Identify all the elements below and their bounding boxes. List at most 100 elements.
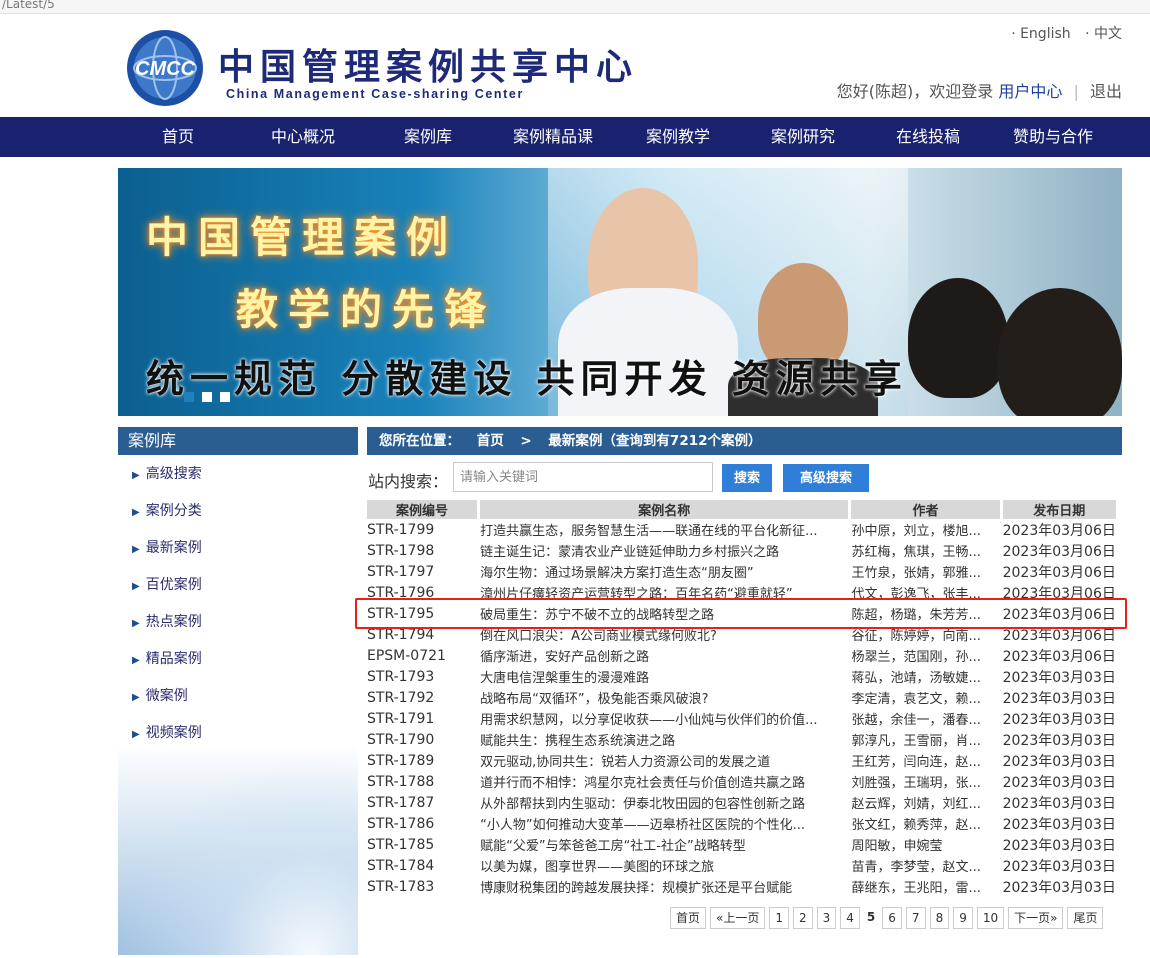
case-code: STR-1789 [367, 752, 435, 769]
case-authors: 张文红，赖秀萍，赵... [851, 818, 981, 833]
advanced-search-button[interactable]: 高级搜索 [783, 464, 869, 492]
pager-item[interactable]: 4 [840, 907, 860, 929]
case-title-link[interactable]: 以美为媒，图享世界——美图的环球之旅 [480, 855, 848, 876]
case-title-link[interactable]: 大唐电信涅槃重生的漫漫难路 [480, 666, 848, 687]
publish-date: 2023年03月06日 [1002, 585, 1116, 602]
nav-item-about[interactable]: 中心概况 [238, 117, 368, 157]
carousel-dot[interactable] [220, 392, 230, 402]
column-header-code: 案例编号 [367, 500, 478, 519]
case-title-link[interactable]: 双元驱动,协同共生：锐若人力资源公司的发展之道 [480, 750, 848, 771]
search-input[interactable] [453, 462, 713, 492]
user-center-link[interactable]: 用户中心 [998, 82, 1062, 101]
pager-item[interactable]: 2 [793, 907, 813, 929]
case-title-link[interactable]: 道并行而不相悖：鸿星尔克社会责任与价值创造共赢之路 [480, 771, 848, 792]
nav-item-courses[interactable]: 案例精品课 [488, 117, 618, 157]
table-row: STR-1787 从外部帮扶到内生驱动：伊泰北牧田园的包容性创新之路 赵云辉，刘婧，… [367, 792, 1116, 813]
case-authors: 李定清，袁艺文，赖... [851, 692, 981, 707]
triangle-right-icon: ▶ [132, 729, 140, 740]
publish-date: 2023年03月03日 [1002, 879, 1116, 896]
pagination: 首页 «上一页 1 2 3 4 5 6 7 8 9 10 下一页» 尾页 [670, 907, 1104, 929]
publish-date: 2023年03月03日 [1002, 711, 1116, 728]
sidebar-item-top-100[interactable]: ▶ 百优案例 [118, 576, 358, 613]
search-label: 站内搜索： [368, 472, 449, 491]
sidebar-item-label: 案例分类 [145, 503, 202, 519]
logo-text: CMCC [135, 58, 196, 80]
table-row: STR-1793 大唐电信涅槃重生的漫漫难路 蒋弘，池靖，汤敏婕... 2023年03… [367, 666, 1116, 687]
pager-item[interactable]: 9 [953, 907, 973, 929]
pager-item[interactable]: 1 [769, 907, 789, 929]
case-title-link[interactable]: 用需求织慧网，以分享促收获——小仙炖与伙伴们的价值... [480, 708, 848, 729]
pager-item[interactable]: 下一页» [1008, 907, 1064, 929]
table-row: STR-1789 双元驱动,协同共生：锐若人力资源公司的发展之道 王红芳，闫向连，赵… [367, 750, 1116, 771]
publish-date: 2023年03月03日 [1002, 669, 1116, 686]
case-title-link[interactable]: 赋能共生：携程生态系统演进之路 [480, 729, 848, 750]
case-title-link[interactable]: 循序渐进，安好产品创新之路 [480, 645, 848, 666]
search-bar: 站内搜索： 搜索 高级搜索 [367, 461, 1122, 493]
publish-date: 2023年03月06日 [1002, 606, 1116, 623]
pager-item[interactable]: 6 [882, 907, 902, 929]
table-row: STR-1797 海尔生物：通过场景解决方案打造生态“朋友圈” 王竹泉，张婧，郭雅.… [367, 561, 1116, 582]
case-title-link[interactable]: 赋能“父爱”与笨爸爸工房“社工-社企”战略转型 [480, 834, 848, 855]
sidebar-item-categories[interactable]: ▶ 案例分类 [118, 502, 358, 539]
carousel-dot[interactable] [184, 392, 194, 402]
triangle-right-icon: ▶ [132, 692, 140, 703]
case-code: STR-1792 [367, 689, 435, 706]
nav-item-home[interactable]: 首页 [118, 117, 238, 157]
case-title-link[interactable]: 战略布局“双循环”，极兔能否乘风破浪? [480, 687, 848, 708]
pager-item[interactable]: 8 [929, 907, 950, 929]
case-title-link[interactable]: 破局重生：苏宁不破不立的战略转型之路 [480, 603, 848, 624]
cmcc-logo-icon[interactable]: CMCC [124, 28, 206, 108]
breadcrumb-arrow: > [520, 433, 532, 449]
lang-chinese-link[interactable]: · 中文 [1085, 26, 1122, 42]
case-title-link[interactable]: 海尔生物：通过场景解决方案打造生态“朋友圈” [480, 561, 848, 582]
publish-date: 2023年03月03日 [1002, 795, 1116, 812]
table-row: STR-1788 道并行而不相悖：鸿星尔克社会责任与价值创造共赢之路 刘胜强，王瑞玥… [367, 771, 1116, 792]
sidebar-item-label: 视频案例 [145, 725, 202, 741]
case-authors: 薛继东，王兆阳，雷... [851, 881, 981, 896]
case-code: STR-1784 [367, 857, 435, 874]
table-header-row: 案例编号 案例名称 作者 发布日期 [367, 500, 1116, 519]
user-bar: 您好(陈超)，欢迎登录 用户中心 | 退出 [837, 78, 1122, 102]
pager-item[interactable]: «上一页 [710, 907, 766, 929]
breadcrumb-home-link[interactable]: 首页 [477, 433, 504, 449]
publish-date: 2023年03月06日 [1002, 522, 1116, 539]
case-title-link[interactable]: 博康财税集团的跨越发展抉择：规模扩张还是平台赋能 [480, 876, 848, 897]
triangle-right-icon: ▶ [132, 581, 140, 592]
sidebar-item-latest[interactable]: ▶ 最新案例 [118, 539, 358, 576]
case-title-link[interactable]: 链主诞生记：蒙清农业产业链延伸助力乡村振兴之路 [480, 540, 848, 561]
url-strip: /Latest/5 [0, 0, 1150, 14]
pager-item[interactable]: 尾页 [1067, 907, 1104, 929]
sidebar-item-hot[interactable]: ▶ 热点案例 [118, 613, 358, 650]
carousel-dot[interactable] [202, 392, 212, 402]
nav-item-submit[interactable]: 在线投稿 [868, 117, 988, 157]
case-code: STR-1798 [367, 542, 435, 559]
hero-banner[interactable]: 中国管理案例 教学的先锋 统一规范 分散建设 共同开发 资源共享 [118, 168, 1122, 416]
pager-item[interactable]: 首页 [670, 907, 707, 929]
lang-english-link[interactable]: · English [1011, 26, 1070, 42]
nav-item-case-library[interactable]: 案例库 [368, 117, 488, 157]
case-title-link[interactable]: 从外部帮扶到内生驱动：伊泰北牧田园的包容性创新之路 [480, 792, 848, 813]
nav-item-sponsor[interactable]: 赞助与合作 [988, 117, 1118, 157]
nav-item-teaching[interactable]: 案例教学 [618, 117, 738, 157]
pager-item[interactable]: 10 [976, 907, 1005, 929]
nav-item-research[interactable]: 案例研究 [738, 117, 868, 157]
sidebar-item-advanced-search[interactable]: ▶ 高级搜索 [118, 465, 358, 502]
table-row: STR-1796 漳州片仔癀轻资产运营转型之路：百年名药“避重就轻” 代文，彭逸飞，… [367, 582, 1116, 603]
banner-slogan: 统一规范 分散建设 共同开发 资源共享 [146, 356, 908, 401]
case-code: STR-1793 [367, 668, 435, 685]
column-header-date: 发布日期 [1002, 500, 1116, 519]
table-row: STR-1792 战略布局“双循环”，极兔能否乘风破浪? 李定清，袁艺文，赖... 2… [367, 687, 1116, 708]
case-title-link[interactable]: “小人物”如何推动大变革——迈皋桥社区医院的个性化... [480, 813, 848, 834]
search-button[interactable]: 搜索 [722, 464, 772, 492]
case-title-link[interactable]: 倒在风口浪尖：A公司商业模式缘何败北? [480, 624, 848, 645]
sidebar-item-featured[interactable]: ▶ 精品案例 [118, 650, 358, 687]
case-authors: 苏红梅，焦琪，王畅... [851, 545, 981, 560]
logout-link[interactable]: 退出 [1090, 82, 1122, 101]
pager-item[interactable]: 7 [905, 907, 926, 929]
case-authors: 周阳敏，申婉莹 [851, 839, 943, 854]
case-title-link[interactable]: 漳州片仔癀轻资产运营转型之路：百年名药“避重就轻” [480, 582, 848, 603]
case-title-link[interactable]: 打造共赢生态，服务智慧生活——联通在线的平台化新征... [480, 519, 848, 540]
sidebar-item-micro[interactable]: ▶ 微案例 [118, 687, 358, 724]
pager-item[interactable]: 3 [816, 907, 837, 929]
site-subtitle: China Management Case-sharing Center [226, 87, 524, 101]
